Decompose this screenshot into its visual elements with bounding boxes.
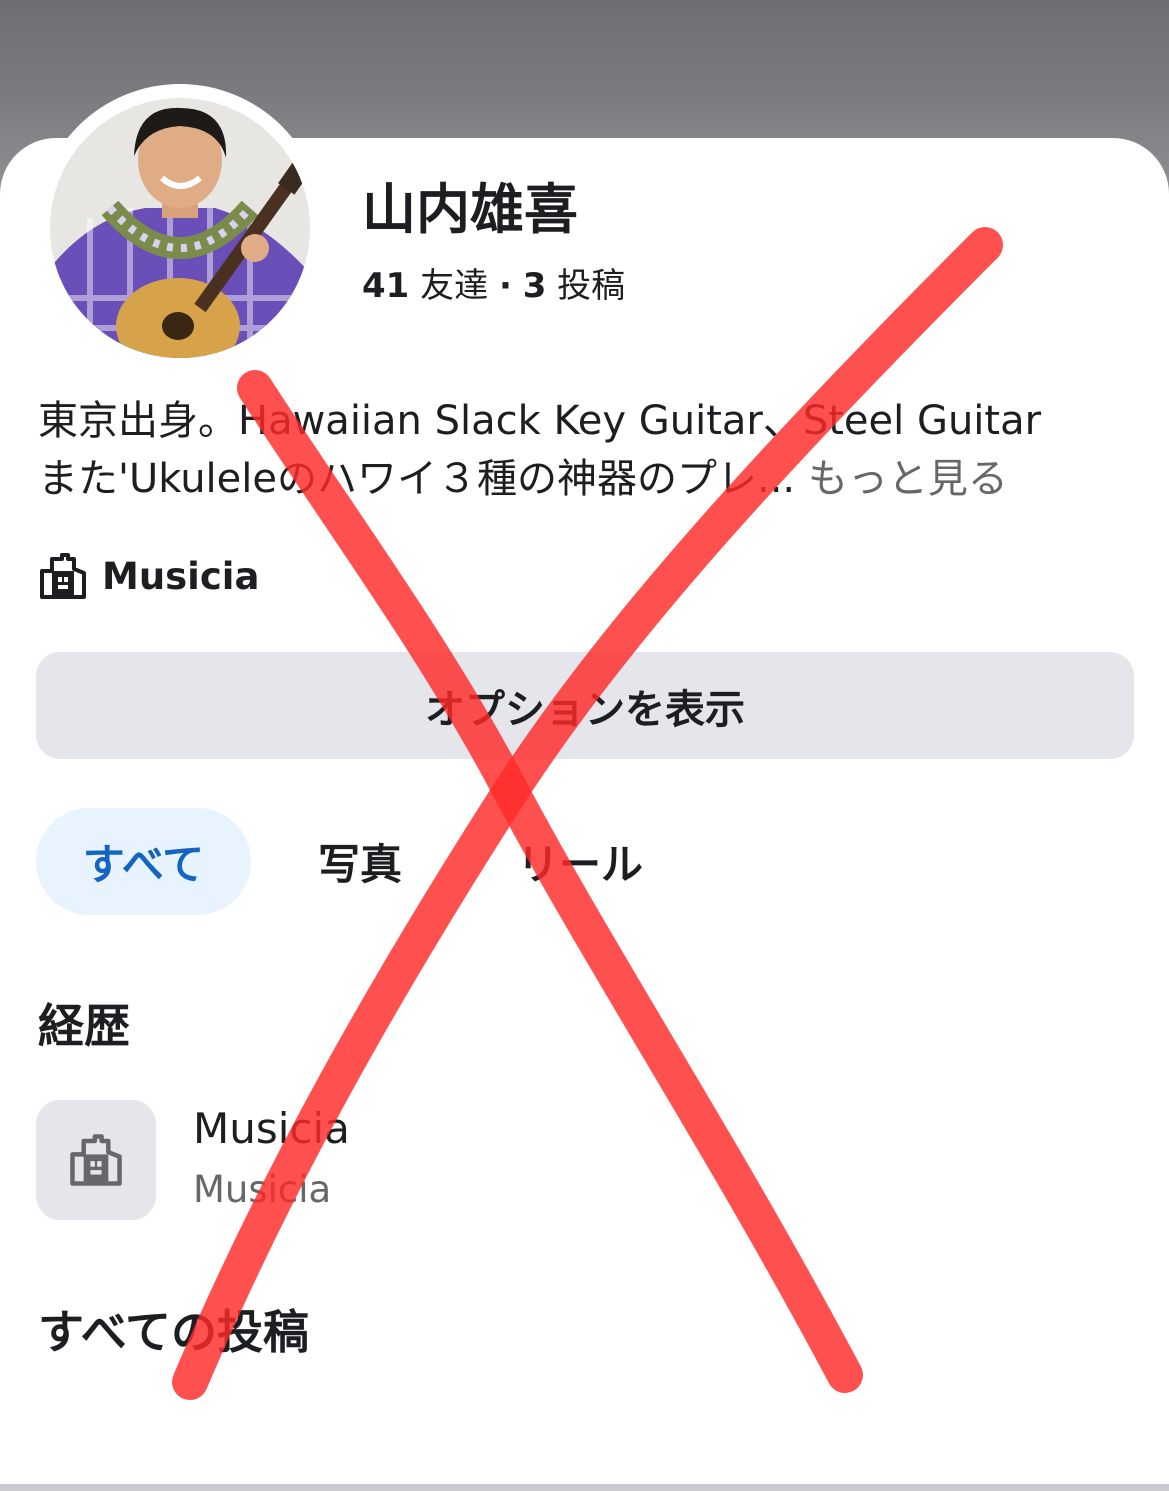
building-icon bbox=[70, 1134, 122, 1186]
all-posts-title: すべての投稿 bbox=[38, 1305, 309, 1359]
friends-count[interactable]: 41 bbox=[362, 266, 409, 306]
avatar-photo bbox=[50, 98, 310, 358]
building-icon bbox=[40, 553, 86, 599]
tab-photos[interactable]: 写真 bbox=[300, 808, 420, 915]
bio-line-1: 東京出身。Hawaiian Slack Key Guitar、Steel Gui… bbox=[38, 398, 1042, 444]
tab-all[interactable]: すべて bbox=[36, 808, 251, 915]
posts-label: 投稿 bbox=[557, 266, 626, 306]
see-more-link[interactable]: もっと見る bbox=[808, 456, 1008, 502]
view-options-button[interactable]: オプションを表示 bbox=[36, 652, 1134, 759]
workplace-row: Musicia bbox=[38, 550, 259, 602]
stats-separator: · bbox=[498, 266, 512, 306]
profile-stats: 41 友達 · 3 投稿 bbox=[362, 266, 625, 307]
bottom-divider bbox=[0, 1484, 1169, 1491]
experience-title: 経歴 bbox=[38, 999, 130, 1053]
bio-line-2: また'Ukuleleのハワイ３種の神器のプレ... bbox=[38, 456, 796, 502]
posts-count: 3 bbox=[522, 266, 547, 306]
profile-name: 山内雄喜 bbox=[362, 178, 578, 241]
workplace-label[interactable]: Musicia bbox=[102, 555, 259, 598]
friends-label[interactable]: 友達 bbox=[420, 266, 488, 306]
avatar[interactable] bbox=[50, 98, 310, 358]
experience-item-icon[interactable] bbox=[36, 1100, 156, 1220]
experience-item-title[interactable]: Musicia bbox=[193, 1104, 350, 1153]
tab-reels[interactable]: リール bbox=[500, 808, 660, 915]
profile-bio: 東京出身。Hawaiian Slack Key Guitar、Steel Gui… bbox=[38, 392, 1138, 508]
experience-item-subtitle: Musicia bbox=[193, 1168, 332, 1211]
bio-line-2-wrap: また'Ukuleleのハワイ３種の神器のプレ... もっと見る bbox=[38, 450, 1138, 508]
